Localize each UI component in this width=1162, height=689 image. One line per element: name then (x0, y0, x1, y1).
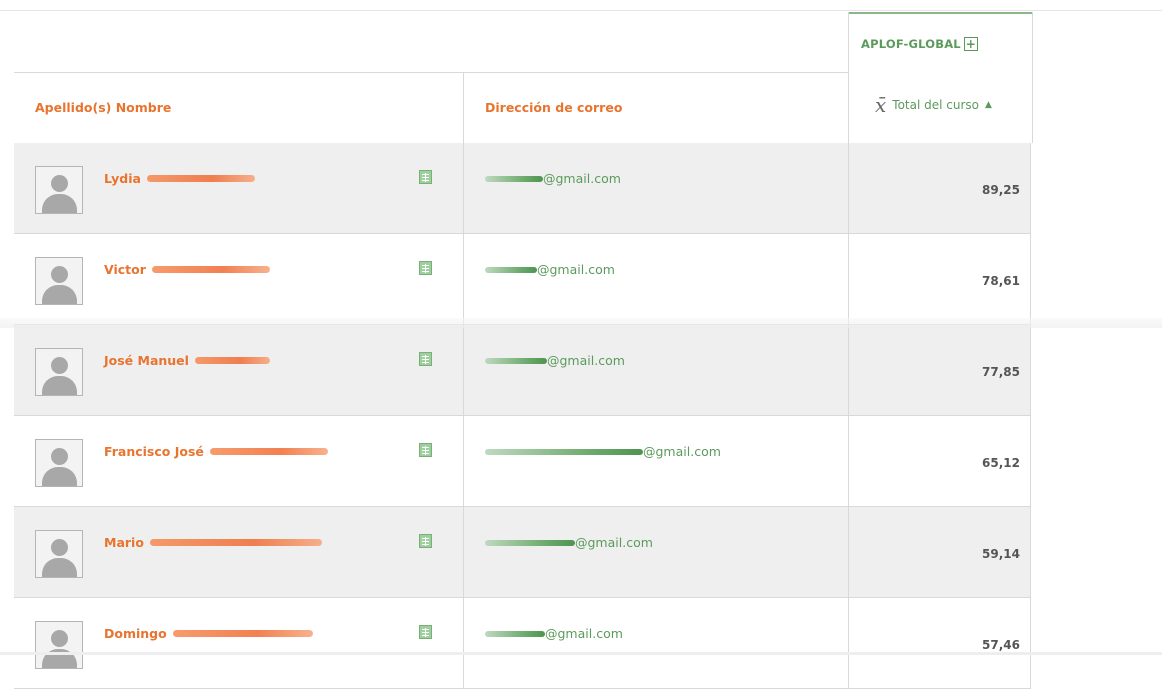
table-row: Victor @gmail.com 78,61 (14, 234, 1031, 325)
redacted-email-user (485, 630, 545, 637)
course-total-value: 89,25 (982, 183, 1020, 197)
course-total-value: 59,14 (982, 547, 1020, 561)
name-cell: Francisco José (14, 416, 463, 506)
email-domain: @gmail.com (547, 353, 625, 368)
single-view-icon[interactable] (419, 170, 432, 184)
course-total-value: 57,46 (982, 638, 1020, 652)
column-header-name-label[interactable]: Apellido(s) Nombre (35, 100, 171, 115)
avatar[interactable] (35, 166, 83, 214)
user-first-name[interactable]: Mario (104, 535, 144, 550)
email-value: @gmail.com (485, 353, 625, 368)
email-domain: @gmail.com (643, 444, 721, 459)
category-link[interactable]: APLOF-GLOBAL + (861, 37, 978, 51)
user-first-name[interactable]: José Manuel (104, 353, 189, 368)
user-first-name[interactable]: Francisco José (104, 444, 204, 459)
email-cell: @gmail.com (463, 507, 849, 597)
email-value: @gmail.com (485, 444, 721, 459)
email-domain: @gmail.com (543, 171, 621, 186)
redacted-surname (194, 357, 270, 364)
course-total-cell[interactable]: 65,12 (848, 416, 1031, 506)
mean-icon: x̄ (875, 93, 887, 117)
name-cell: Domingo (14, 598, 463, 688)
screenshot-seam (0, 318, 1162, 328)
redacted-email-user (485, 175, 543, 182)
user-name-link[interactable]: Domingo (104, 626, 313, 641)
bottom-divider (0, 652, 1162, 655)
redacted-surname (151, 266, 270, 273)
email-cell: @gmail.com (463, 416, 849, 506)
top-divider (0, 10, 1162, 11)
table-row: Francisco José @gmail.com 65,12 (14, 416, 1031, 507)
table-row: Mario @gmail.com 59,14 (14, 507, 1031, 598)
redacted-email-user (485, 539, 575, 546)
redacted-surname (149, 539, 322, 546)
email-value: @gmail.com (485, 262, 615, 277)
name-cell: José Manuel (14, 325, 463, 415)
course-total-cell[interactable]: 57,46 (848, 598, 1031, 688)
header-spacer (14, 12, 848, 73)
user-name-link[interactable]: Lydia (104, 171, 255, 186)
email-value: @gmail.com (485, 535, 653, 550)
course-total-cell[interactable]: 59,14 (848, 507, 1031, 597)
course-total-value: 77,85 (982, 365, 1020, 379)
table-row: José Manuel @gmail.com 77,85 (14, 325, 1031, 416)
name-cell: Victor (14, 234, 463, 324)
course-total-value: 78,61 (982, 274, 1020, 288)
user-first-name[interactable]: Lydia (104, 171, 141, 186)
single-view-icon[interactable] (419, 625, 432, 639)
name-cell: Mario (14, 507, 463, 597)
course-total-cell[interactable]: 78,61 (848, 234, 1031, 324)
email-domain: @gmail.com (537, 262, 615, 277)
redacted-email-user (485, 357, 547, 364)
avatar[interactable] (35, 530, 83, 578)
single-view-icon[interactable] (419, 534, 432, 548)
email-domain: @gmail.com (545, 626, 623, 641)
email-cell: @gmail.com (463, 325, 849, 415)
table-row: Domingo @gmail.com 57,46 (14, 598, 1031, 689)
single-view-icon[interactable] (419, 352, 432, 366)
redacted-surname (146, 175, 255, 182)
email-cell: @gmail.com (463, 598, 849, 688)
course-total-cell[interactable]: 89,25 (848, 143, 1031, 233)
expand-icon[interactable]: + (963, 37, 978, 51)
redacted-email-user (485, 266, 537, 273)
course-total-cell[interactable]: 77,85 (848, 325, 1031, 415)
grader-table: APLOF-GLOBAL + x̄ Total del curso ▲ Apel… (14, 12, 1060, 689)
category-label: APLOF-GLOBAL (861, 37, 961, 51)
avatar[interactable] (35, 257, 83, 305)
email-cell: @gmail.com (463, 143, 849, 233)
user-name-link[interactable]: Mario (104, 535, 322, 550)
table-row: Lydia @gmail.com 89,25 (14, 143, 1031, 234)
name-cell: Lydia (14, 143, 463, 233)
category-header: APLOF-GLOBAL + x̄ Total del curso ▲ (848, 12, 1033, 143)
column-header-name[interactable]: Apellido(s) Nombre (14, 72, 463, 145)
user-name-link[interactable]: Francisco José (104, 444, 328, 459)
user-name-link[interactable]: José Manuel (104, 353, 270, 368)
email-value: @gmail.com (485, 171, 621, 186)
sort-ascending-icon[interactable]: ▲ (985, 100, 992, 110)
user-name-link[interactable]: Victor (104, 262, 270, 277)
redacted-email-user (485, 448, 643, 455)
avatar[interactable] (35, 348, 83, 396)
redacted-surname (172, 630, 313, 637)
course-total-header[interactable]: x̄ Total del curso ▲ (875, 95, 992, 115)
email-domain: @gmail.com (575, 535, 653, 550)
course-total-value: 65,12 (982, 456, 1020, 470)
redacted-surname (209, 448, 328, 455)
user-first-name[interactable]: Domingo (104, 626, 167, 641)
single-view-icon[interactable] (419, 443, 432, 457)
avatar[interactable] (35, 439, 83, 487)
email-cell: @gmail.com (463, 234, 849, 324)
user-first-name[interactable]: Victor (104, 262, 146, 277)
single-view-icon[interactable] (419, 261, 432, 275)
email-value: @gmail.com (485, 626, 623, 641)
avatar[interactable] (35, 621, 83, 669)
column-header-email-label[interactable]: Dirección de correo (485, 100, 622, 115)
course-total-label: Total del curso (892, 98, 979, 112)
column-header-email[interactable]: Dirección de correo (463, 72, 849, 144)
